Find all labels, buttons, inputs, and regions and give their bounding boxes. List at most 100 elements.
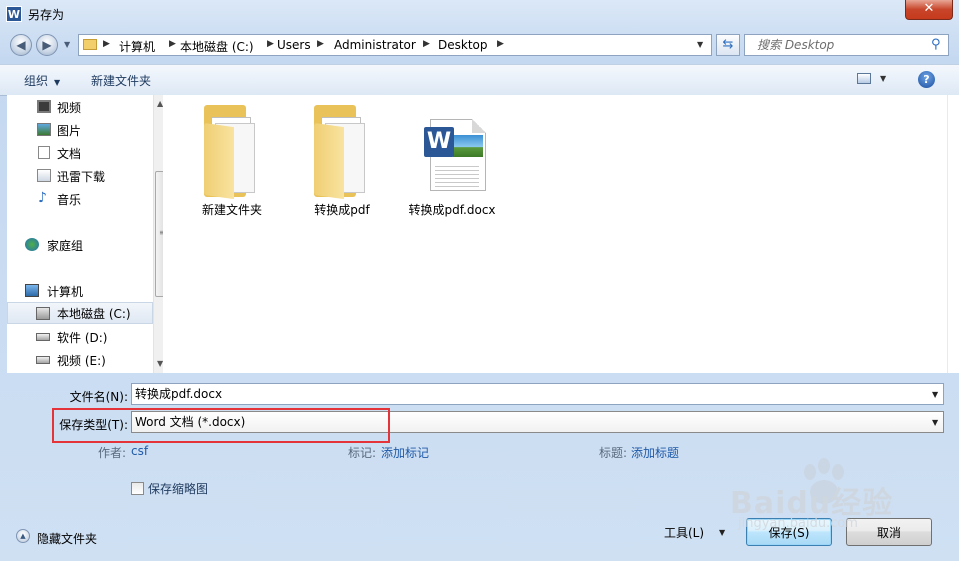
- chevron-right-icon[interactable]: ▶: [169, 39, 176, 49]
- save-thumbnail-label[interactable]: 保存缩略图: [148, 480, 208, 497]
- new-folder-button[interactable]: 新建文件夹: [91, 72, 151, 89]
- chevron-up-icon[interactable]: ▲: [16, 529, 30, 543]
- download-library-icon: [37, 169, 51, 182]
- recent-pages-dropdown-icon[interactable]: ▼: [64, 40, 70, 49]
- navigation-bar: ◀ ▶ ▼ ▶ 计算机 ▶ 本地磁盘 (C:) ▶ Users ▶ Admini…: [0, 30, 959, 60]
- filename-label: 文件名(N):: [69, 390, 128, 404]
- sidebar-item-label: 软件 (D:): [57, 331, 108, 345]
- change-view-icon[interactable]: [857, 73, 871, 84]
- save-thumbnail-checkbox[interactable]: [131, 482, 144, 495]
- back-button[interactable]: ◀: [10, 34, 32, 56]
- document-library-icon: [38, 146, 50, 159]
- search-icon[interactable]: ⚲: [931, 37, 941, 52]
- chevron-right-icon[interactable]: ▶: [103, 39, 110, 49]
- filename-input[interactable]: [132, 384, 925, 404]
- sidebar-item-homegroup[interactable]: 家庭组: [7, 234, 153, 256]
- file-list-scrollbar[interactable]: [947, 95, 959, 373]
- author-field[interactable]: csf: [131, 444, 148, 458]
- address-bar[interactable]: ▶ 计算机 ▶ 本地磁盘 (C:) ▶ Users ▶ Administrato…: [78, 34, 712, 56]
- drive-icon: [36, 333, 50, 341]
- back-arrow-icon: ◀: [16, 38, 26, 52]
- sidebar-item-label: 家庭组: [47, 239, 84, 253]
- chevron-down-icon[interactable]: ▼: [932, 418, 938, 427]
- help-icon[interactable]: ?: [918, 71, 935, 88]
- word-app-icon: W: [6, 6, 22, 22]
- chevron-down-icon: ▼: [54, 78, 61, 87]
- forward-button[interactable]: ▶: [36, 34, 58, 56]
- cancel-button[interactable]: 取消: [846, 518, 932, 546]
- folder-icon: [83, 39, 97, 50]
- file-item-folder[interactable]: 新建文件夹: [177, 105, 287, 217]
- sidebar-item-drive-e[interactable]: 视频 (E:): [7, 349, 153, 371]
- sidebar-item-label: 文档: [57, 147, 82, 161]
- organize-button[interactable]: 组织 ▼: [24, 72, 60, 89]
- chevron-down-icon[interactable]: ▼: [932, 390, 938, 399]
- sidebar-item-music[interactable]: ♪ 音乐: [7, 188, 153, 210]
- title-label: 标题:: [599, 446, 628, 460]
- homegroup-icon: [25, 238, 39, 251]
- title-field[interactable]: 添加标题: [631, 444, 679, 461]
- sidebar-item-pictures[interactable]: 图片: [7, 119, 153, 141]
- close-button[interactable]: ✕: [905, 0, 953, 20]
- computer-icon: [25, 284, 39, 297]
- view-options-dropdown-icon[interactable]: ▼: [880, 74, 886, 83]
- chevron-right-icon[interactable]: ▶: [423, 39, 430, 49]
- sidebar-item-documents[interactable]: 文档: [7, 142, 153, 164]
- sidebar-item-label: 迅雷下载: [57, 170, 106, 184]
- chevron-right-icon[interactable]: ▶: [497, 39, 504, 49]
- breadcrumb-computer[interactable]: 计算机: [119, 38, 155, 55]
- chevron-down-icon[interactable]: ▼: [719, 528, 725, 537]
- breadcrumb-local-disk[interactable]: 本地磁盘 (C:): [180, 38, 254, 55]
- sidebar-item-local-disk-c[interactable]: 本地磁盘 (C:): [7, 302, 153, 324]
- search-input[interactable]: [745, 35, 937, 55]
- watermark-url: jingyan.baidu.com: [738, 516, 858, 531]
- folder-front: [314, 122, 344, 200]
- breadcrumb-users[interactable]: Users: [277, 38, 311, 52]
- video-library-icon: [37, 100, 51, 113]
- sidebar-item-xunlei-downloads[interactable]: 迅雷下载: [7, 165, 153, 187]
- save-as-dialog: W 另存为 ✕ ◀ ▶ ▼ ▶ 计算机 ▶ 本地磁盘 (C:) ▶ Users …: [0, 0, 959, 561]
- tags-label: 标记:: [348, 446, 377, 460]
- system-drive-icon: [36, 307, 50, 320]
- breadcrumb-administrator[interactable]: Administrator: [334, 38, 416, 52]
- file-item-document[interactable]: W 转换成pdf.docx: [397, 105, 507, 217]
- refresh-icon: ⇆: [722, 37, 734, 52]
- sidebar-item-label: 音乐: [57, 193, 82, 207]
- sidebar-item-videos[interactable]: 视频: [7, 96, 153, 118]
- tags-field[interactable]: 添加标记: [381, 444, 429, 461]
- navigation-pane: 视频 图片 文档 迅雷下载 ♪ 音乐 家庭组 计算机 本地磁盘 (C:) 软件 …: [7, 95, 169, 373]
- forward-arrow-icon: ▶: [42, 38, 52, 52]
- file-name: 转换成pdf: [314, 203, 370, 217]
- sidebar-item-label: 计算机: [47, 285, 84, 299]
- chevron-right-icon[interactable]: ▶: [317, 39, 324, 49]
- sidebar-item-label: 视频: [57, 101, 82, 115]
- window-title: 另存为: [28, 8, 65, 22]
- tools-button[interactable]: 工具(L): [664, 524, 704, 541]
- file-name: 新建文件夹: [201, 203, 262, 217]
- sidebar-item-label: 本地磁盘 (C:): [57, 307, 131, 321]
- breadcrumb-desktop[interactable]: Desktop: [438, 38, 488, 52]
- hide-folders-button[interactable]: 隐藏文件夹: [37, 530, 97, 547]
- refresh-button[interactable]: ⇆: [716, 34, 740, 56]
- author-label: 作者:: [98, 446, 127, 460]
- page-fold: [472, 119, 486, 133]
- chevron-right-icon[interactable]: ▶: [267, 39, 274, 49]
- sidebar-item-drive-d[interactable]: 软件 (D:): [7, 326, 153, 348]
- filename-combobox[interactable]: ▼: [131, 383, 944, 405]
- search-box[interactable]: ⚲: [744, 34, 949, 56]
- music-library-icon: ♪: [38, 190, 47, 206]
- file-name: 转换成pdf.docx: [408, 203, 496, 217]
- title-bar: W 另存为 ✕: [0, 0, 959, 28]
- sidebar-item-computer[interactable]: 计算机: [7, 280, 153, 302]
- document-thumbnail-lines: [435, 163, 479, 187]
- command-toolbar: 组织 ▼ 新建文件夹 ▼ ?: [0, 64, 959, 96]
- sidebar-item-label: 视频 (E:): [57, 354, 106, 368]
- file-list-view: 新建文件夹 转换成pdf W 转换成pdf.docx: [163, 95, 947, 373]
- sidebar-item-label: 图片: [57, 124, 82, 138]
- word-logo-icon: W: [424, 127, 454, 157]
- folder-front: [204, 122, 234, 200]
- picture-library-icon: [37, 123, 51, 136]
- file-item-folder[interactable]: 转换成pdf: [287, 105, 397, 217]
- document-thumbnail-image: [453, 135, 483, 157]
- address-history-dropdown-icon[interactable]: ▼: [697, 40, 703, 49]
